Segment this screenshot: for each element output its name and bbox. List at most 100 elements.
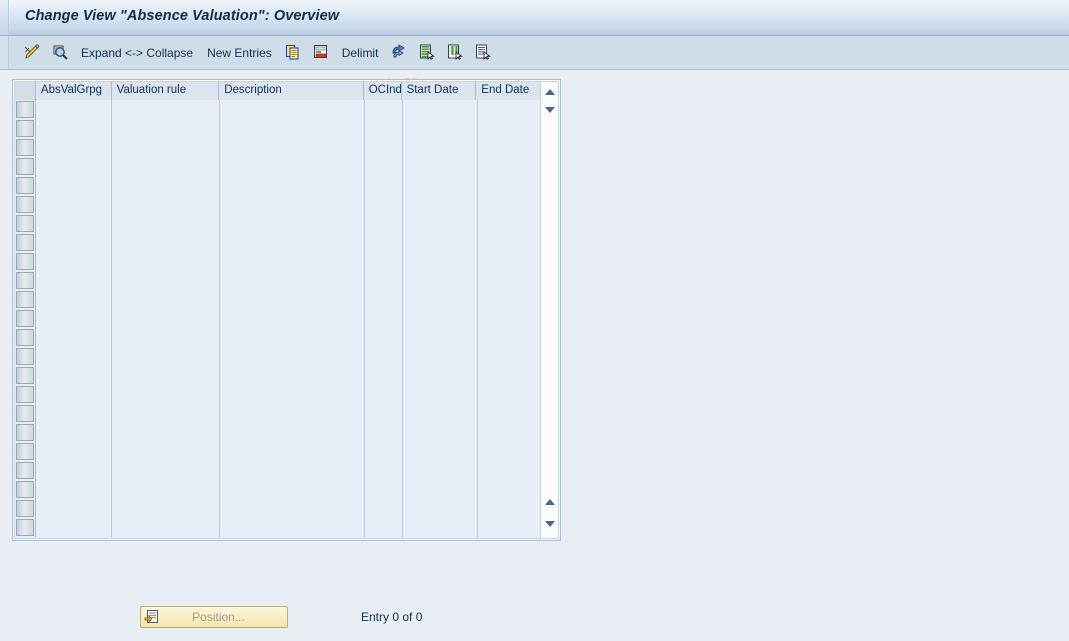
undo-change-button[interactable] [385,41,413,65]
table-cell-absvalgrpg[interactable] [36,138,112,157]
column-header-end-date[interactable]: End Date [476,82,542,100]
table-cell-absvalgrpg[interactable] [36,214,112,233]
table-cell-ocind[interactable] [365,423,403,442]
table-row[interactable] [15,252,558,271]
row-select-handle[interactable] [16,253,34,270]
table-cell-description[interactable] [220,233,365,252]
row-select-button[interactable] [15,518,36,537]
table-cell-valuation_rule[interactable] [112,423,220,442]
table-cell-absvalgrpg[interactable] [36,461,112,480]
table-cell-absvalgrpg[interactable] [36,100,112,119]
row-select-button[interactable] [15,214,36,233]
row-select-handle[interactable] [16,462,34,479]
column-header-start-date[interactable]: Start Date [401,82,477,100]
table-cell-start_date[interactable] [403,195,478,214]
row-select-handle[interactable] [16,310,34,327]
table-cell-start_date[interactable] [403,499,478,518]
table-cell-start_date[interactable] [403,119,478,138]
row-select-button[interactable] [15,309,36,328]
row-select-handle[interactable] [16,329,34,346]
table-cell-absvalgrpg[interactable] [36,442,112,461]
table-cell-description[interactable] [220,214,365,233]
row-select-button[interactable] [15,195,36,214]
table-cell-valuation_rule[interactable] [112,499,220,518]
table-cell-valuation_rule[interactable] [112,347,220,366]
table-cell-absvalgrpg[interactable] [36,195,112,214]
table-row[interactable] [15,233,558,252]
row-select-handle[interactable] [16,234,34,251]
table-cell-end_date[interactable] [478,138,543,157]
table-cell-description[interactable] [220,480,365,499]
table-cell-ocind[interactable] [365,176,403,195]
table-row[interactable] [15,195,558,214]
table-row[interactable] [15,461,558,480]
table-cell-start_date[interactable] [403,404,478,423]
table-cell-valuation_rule[interactable] [112,271,220,290]
table-cell-valuation_rule[interactable] [112,385,220,404]
table-cell-start_date[interactable] [403,252,478,271]
table-cell-end_date[interactable] [478,518,543,537]
table-cell-description[interactable] [220,100,365,119]
table-cell-ocind[interactable] [365,328,403,347]
table-row[interactable] [15,385,558,404]
table-vertical-scrollbar[interactable] [540,82,558,538]
row-select-handle[interactable] [16,367,34,384]
table-cell-ocind[interactable] [365,271,403,290]
table-cell-valuation_rule[interactable] [112,404,220,423]
table-cell-start_date[interactable] [403,309,478,328]
table-cell-end_date[interactable] [478,347,543,366]
table-cell-end_date[interactable] [478,404,543,423]
table-cell-description[interactable] [220,518,365,537]
table-cell-description[interactable] [220,404,365,423]
row-select-handle[interactable] [16,519,34,536]
column-header-valuation-rule[interactable]: Valuation rule [111,82,220,100]
table-cell-valuation_rule[interactable] [112,119,220,138]
table-cell-ocind[interactable] [365,138,403,157]
row-select-button[interactable] [15,366,36,385]
table-cell-description[interactable] [220,347,365,366]
table-cell-description[interactable] [220,423,365,442]
row-select-handle[interactable] [16,481,34,498]
table-cell-valuation_rule[interactable] [112,290,220,309]
table-cell-description[interactable] [220,138,365,157]
table-cell-start_date[interactable] [403,385,478,404]
table-cell-start_date[interactable] [403,366,478,385]
table-row[interactable] [15,157,558,176]
table-cell-description[interactable] [220,385,365,404]
table-cell-ocind[interactable] [365,309,403,328]
table-cell-valuation_rule[interactable] [112,461,220,480]
table-cell-absvalgrpg[interactable] [36,252,112,271]
delimit-button[interactable]: Delimit [335,42,386,64]
table-cell-end_date[interactable] [478,328,543,347]
table-cell-absvalgrpg[interactable] [36,499,112,518]
table-cell-start_date[interactable] [403,214,478,233]
table-cell-ocind[interactable] [365,290,403,309]
table-cell-absvalgrpg[interactable] [36,385,112,404]
table-row[interactable] [15,271,558,290]
table-cell-absvalgrpg[interactable] [36,271,112,290]
table-row[interactable] [15,214,558,233]
table-cell-start_date[interactable] [403,138,478,157]
table-cell-start_date[interactable] [403,100,478,119]
table-cell-ocind[interactable] [365,214,403,233]
expand-collapse-button[interactable]: Expand <-> Collapse [74,42,200,64]
column-header-description[interactable]: Description [219,82,364,100]
table-cell-ocind[interactable] [365,366,403,385]
table-cell-absvalgrpg[interactable] [36,233,112,252]
table-cell-end_date[interactable] [478,119,543,138]
row-select-button[interactable] [15,423,36,442]
column-header-absvalgrpg[interactable]: AbsValGrpg [35,82,112,100]
table-row[interactable] [15,176,558,195]
table-cell-start_date[interactable] [403,233,478,252]
table-cell-absvalgrpg[interactable] [36,347,112,366]
table-row[interactable] [15,328,558,347]
table-cell-ocind[interactable] [365,518,403,537]
row-select-handle[interactable] [16,158,34,175]
table-cell-valuation_rule[interactable] [112,214,220,233]
table-cell-absvalgrpg[interactable] [36,290,112,309]
row-select-button[interactable] [15,176,36,195]
table-cell-absvalgrpg[interactable] [36,328,112,347]
table-cell-valuation_rule[interactable] [112,480,220,499]
table-row[interactable] [15,100,558,119]
row-select-handle[interactable] [16,139,34,156]
